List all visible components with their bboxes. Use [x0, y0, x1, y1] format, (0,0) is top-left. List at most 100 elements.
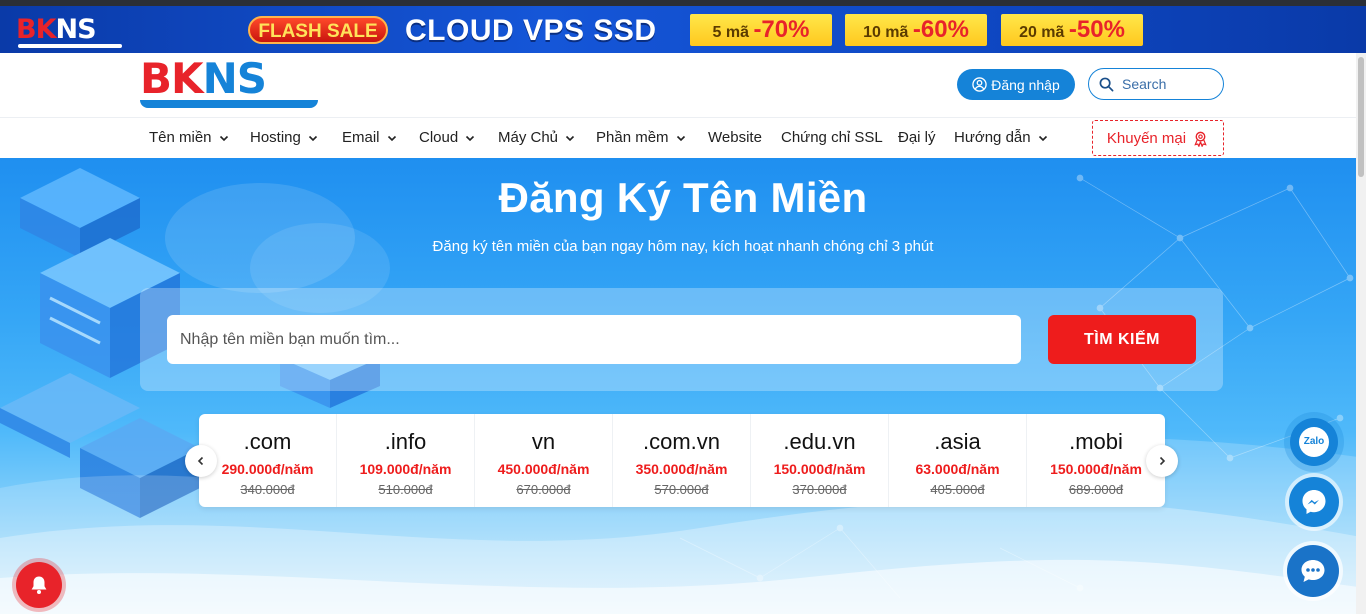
carousel-prev-button[interactable] [185, 445, 217, 477]
user-icon [972, 77, 987, 92]
notification-bell-button[interactable] [16, 562, 62, 608]
domain-card[interactable]: .info 109.000đ/năm 510.000đ [337, 414, 475, 507]
chevron-right-icon [1159, 456, 1166, 466]
nav-item-phan-mem[interactable]: Phần mềm [596, 129, 687, 146]
messenger-icon [1302, 490, 1326, 514]
domain-price: 150.000đ/năm [773, 461, 866, 477]
domain-tld: .com.vn [642, 429, 721, 454]
site-logo[interactable]: BKNS [140, 58, 320, 114]
live-chat-button[interactable] [1287, 545, 1339, 597]
hero-subtitle: Đăng ký tên miền của bạn ngay hôm nay, k… [432, 238, 934, 255]
hero-section: Đăng Ký Tên Miền Đăng ký tên miền của bạ… [0, 158, 1366, 614]
domain-tld: .asia [934, 429, 981, 454]
chevron-down-icon [466, 135, 475, 141]
domain-old-price: 570.000đ [654, 482, 709, 497]
domain-price: 63.000đ/năm [915, 461, 1000, 477]
scrollbar-thumb[interactable] [1358, 57, 1364, 177]
coupon-5: 5 mã -70% [690, 14, 832, 46]
nav-item-ssl[interactable]: Chứng chỉ SSL [781, 129, 883, 146]
domain-price: 150.000đ/năm [1050, 461, 1142, 477]
nav-item-dai-ly[interactable]: Đại lý [898, 129, 936, 146]
search-icon[interactable] [1099, 77, 1114, 92]
nav-item-email[interactable]: Email [342, 129, 398, 146]
promotion-button[interactable]: Khuyến mại [1092, 120, 1224, 156]
zalo-chat-button[interactable]: Zalo [1290, 418, 1338, 466]
nav-label: Đại lý [898, 129, 936, 146]
chat-bubble-icon [1301, 560, 1325, 582]
nav-label: Tên miền [149, 129, 212, 146]
nav-item-hosting[interactable]: Hosting [250, 129, 319, 146]
domain-search-input[interactable] [167, 315, 1021, 364]
nav-item-may-chu[interactable]: Máy Chủ [498, 129, 576, 146]
domain-tld: .mobi [1069, 429, 1123, 454]
domain-old-price: 370.000đ [792, 482, 847, 497]
domain-tld: vn [531, 429, 556, 454]
award-icon [1194, 131, 1207, 147]
promo-banner[interactable]: BKNS FLASH SALE CLOUD VPS SSD 5 mã -70% … [0, 6, 1366, 53]
nav-label: Hosting [250, 129, 301, 146]
login-label: Đăng nhập [991, 76, 1060, 93]
domain-tld: .com [243, 429, 292, 454]
chevron-left-icon [197, 456, 204, 466]
nav-item-website[interactable]: Website [708, 129, 762, 146]
chevron-down-icon [387, 135, 396, 141]
domain-old-price: 510.000đ [378, 482, 433, 497]
bell-icon [31, 576, 47, 594]
domain-card[interactable]: .mobi 150.000đ/năm 689.000đ [1027, 414, 1165, 507]
domain-price: 450.000đ/năm [497, 461, 590, 477]
promo-logo: BKNS [16, 14, 122, 48]
chevron-down-icon [219, 135, 228, 141]
nav-label: Email [342, 129, 380, 146]
chevron-down-icon [676, 135, 685, 141]
chevron-down-icon [308, 135, 317, 141]
nav-item-huong-dan[interactable]: Hướng dẫn [954, 129, 1049, 146]
nav-item-ten-mien[interactable]: Tên miền [149, 129, 230, 146]
domain-old-price: 670.000đ [516, 482, 571, 497]
domain-card[interactable]: .com.vn 350.000đ/năm 570.000đ [613, 414, 751, 507]
logo-swoosh [140, 100, 318, 108]
coupon-label: 5 mã [712, 24, 749, 41]
coupon-label: 10 mã [863, 24, 909, 41]
flash-sale-badge: FLASH SALE [248, 16, 388, 44]
header-search-input[interactable] [1122, 76, 1212, 92]
domain-old-price: 689.000đ [1068, 482, 1124, 497]
nav-label: Cloud [419, 129, 459, 146]
page-scrollbar[interactable] [1356, 53, 1366, 614]
chevron-down-icon [1038, 135, 1047, 141]
domain-search-button[interactable]: TÌM KIẾM [1048, 315, 1196, 364]
site-header: BKNS Đăng nhập [0, 53, 1366, 117]
coupon-discount: -70% [753, 16, 810, 43]
domain-card[interactable]: .com 290.000đ/năm 340.000đ [199, 414, 337, 507]
domain-price: 109.000đ/năm [359, 461, 452, 477]
promo-logo-text: BKNS [16, 14, 97, 45]
header-search[interactable] [1088, 68, 1224, 100]
logo-text: BKNS [140, 54, 267, 103]
domain-old-price: 405.000đ [930, 482, 985, 497]
coupon-10: 10 mã -60% [845, 14, 987, 46]
nav-label: Phần mềm [596, 129, 669, 146]
nav-label: Website [708, 129, 762, 146]
domain-old-price: 340.000đ [240, 482, 295, 497]
nav-label: Hướng dẫn [954, 129, 1031, 146]
domain-price: 350.000đ/năm [635, 461, 728, 477]
coupon-discount: -50% [1068, 16, 1125, 43]
login-button[interactable]: Đăng nhập [957, 69, 1075, 100]
domain-card[interactable]: .asia 63.000đ/năm 405.000đ [889, 414, 1027, 507]
coupon-discount: -60% [912, 16, 969, 43]
promotion-label: Khuyến mại [1106, 129, 1187, 147]
domain-card[interactable]: .edu.vn 150.000đ/năm 370.000đ [751, 414, 889, 507]
main-nav: Tên miền Hosting Email Cloud Máy Chủ Phầ… [0, 117, 1366, 158]
nav-label: Chứng chỉ SSL [781, 129, 883, 146]
domain-tld: .edu.vn [783, 429, 856, 454]
chevron-down-icon [565, 135, 575, 141]
domain-card[interactable]: vn 450.000đ/năm 670.000đ [475, 414, 613, 507]
messenger-button[interactable] [1289, 477, 1339, 527]
promo-headline: CLOUD VPS SSD [405, 14, 657, 47]
carousel-next-button[interactable] [1146, 445, 1178, 477]
domain-price-carousel: .com 290.000đ/năm 340.000đ .info 109.000… [199, 414, 1165, 507]
nav-item-cloud[interactable]: Cloud [419, 129, 476, 146]
domain-price: 290.000đ/năm [221, 461, 314, 477]
coupon-20: 20 mã -50% [1001, 14, 1143, 46]
domain-tld: .info [384, 429, 427, 454]
promo-logo-swoosh [18, 44, 122, 48]
